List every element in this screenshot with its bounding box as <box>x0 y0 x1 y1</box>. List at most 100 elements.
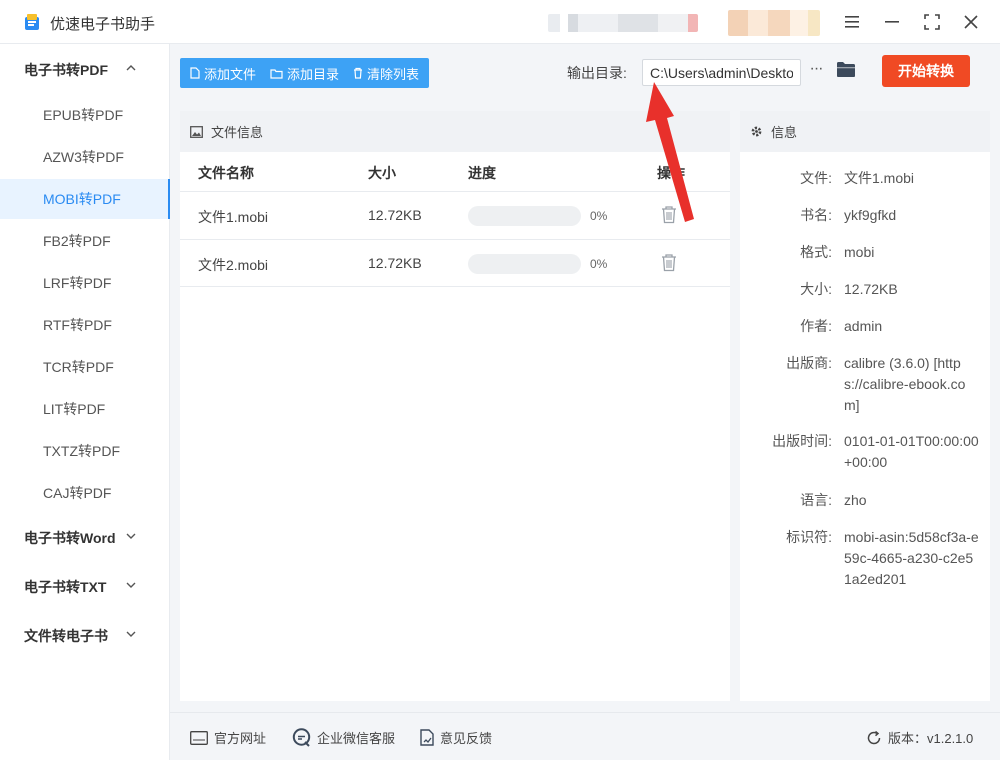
column-header-progress[interactable]: 进度 <box>468 163 496 183</box>
info-key: 作者: <box>800 318 832 334</box>
feedback-icon <box>420 729 434 746</box>
info-key: 出版时间: <box>772 433 832 449</box>
info-panel-title: 信息 <box>771 125 798 140</box>
sidebar-group-label: 电子书转TXT <box>24 579 107 595</box>
sidebar-item-epub-to-pdf[interactable]: EPUB转PDF <box>0 95 170 135</box>
app-logo-icon <box>22 12 42 32</box>
open-folder-icon[interactable] <box>836 61 856 81</box>
app-title: 优速电子书助手 <box>50 16 156 33</box>
browse-more-button[interactable]: ··· <box>807 61 825 81</box>
progress-percent: 0% <box>590 257 608 271</box>
title-bar: 优速电子书助手 <box>0 0 1000 44</box>
sidebar-group-label: 电子书转Word <box>24 530 116 546</box>
output-dir-input[interactable] <box>642 59 801 86</box>
refresh-icon <box>867 730 881 744</box>
delete-trash-icon[interactable] <box>660 253 678 272</box>
wechat-support-link[interactable]: 企业微信客服 <box>292 728 395 747</box>
sidebar-item-label: LRF转PDF <box>43 275 112 291</box>
file-action-buttons: 添加文件 添加目录 清除列表 <box>180 58 430 88</box>
sidebar-item-mobi-to-pdf[interactable]: MOBI转PDF <box>0 179 170 219</box>
sidebar-item-label: MOBI转PDF <box>43 191 121 207</box>
sidebar-item-rtf-to-pdf[interactable]: RTF转PDF <box>0 305 170 345</box>
info-key: 格式: <box>800 244 832 260</box>
table-row[interactable]: 文件2.mobi 12.72KB 0% <box>180 239 730 287</box>
sidebar-item-label: TXTZ转PDF <box>43 443 120 459</box>
sidebar-group-ebook-to-pdf[interactable]: 电子书转PDF <box>0 52 170 88</box>
info-value: mobi <box>844 244 875 260</box>
column-header-size[interactable]: 大小 <box>368 163 396 183</box>
start-convert-button[interactable]: 开始转换 <box>882 55 970 87</box>
sidebar-group-label: 文件转电子书 <box>24 628 108 644</box>
chevron-down-icon <box>126 533 136 539</box>
feedback-link[interactable]: 意见反馈 <box>420 728 492 747</box>
file-name: 文件2.mobi <box>198 257 269 273</box>
sidebar-item-label: AZW3转PDF <box>43 149 124 165</box>
add-folder-button[interactable]: 添加目录 <box>270 64 339 83</box>
sidebar: 电子书转PDF EPUB转PDF AZW3转PDF MOBI转PDF FB2转P… <box>0 44 170 760</box>
output-dir-label: 输出目录: <box>567 65 627 81</box>
sidebar-item-label: FB2转PDF <box>43 233 111 249</box>
maximize-icon[interactable] <box>918 8 946 36</box>
blurred-user-avatar[interactable] <box>728 10 820 36</box>
image-icon <box>190 125 203 138</box>
info-key: 文件: <box>800 170 832 186</box>
file-size: 12.72KB <box>368 255 422 271</box>
chevron-up-icon <box>126 65 136 71</box>
sidebar-item-label: RTF转PDF <box>43 317 112 333</box>
progress-percent: 0% <box>590 209 608 223</box>
info-key: 书名: <box>800 207 832 223</box>
sidebar-group-file-to-ebook[interactable]: 文件转电子书 <box>0 618 170 654</box>
folder-icon <box>270 68 283 79</box>
version-label: 版本：v1.2.1.0 <box>888 731 974 746</box>
chevron-down-icon <box>126 631 136 637</box>
file-info-panel: 信息 文件: 文件1.mobi 书名: ykf9gfkd 格式: mobi 大小… <box>740 111 990 701</box>
delete-trash-icon[interactable] <box>660 205 678 224</box>
menu-icon[interactable] <box>838 8 866 36</box>
sidebar-item-azw3-to-pdf[interactable]: AZW3转PDF <box>0 137 170 177</box>
minimize-icon[interactable] <box>878 8 906 36</box>
file-size: 12.72KB <box>368 207 422 223</box>
official-website-label: 官方网址 <box>214 731 267 746</box>
sidebar-group-ebook-to-txt[interactable]: 电子书转TXT <box>0 569 170 605</box>
add-file-button[interactable]: 添加文件 <box>190 64 256 83</box>
info-value: calibre (3.6.0) [https://calibre-ebook.c… <box>844 355 966 413</box>
info-value: 文件1.mobi <box>844 170 915 186</box>
sidebar-item-fb2-to-pdf[interactable]: FB2转PDF <box>0 221 170 261</box>
info-key: 出版商: <box>786 355 832 371</box>
sidebar-item-caj-to-pdf[interactable]: CAJ转PDF <box>0 473 170 513</box>
info-value: 0101-01-01T00:00:00+00:00 <box>844 433 979 470</box>
column-header-action: 操作 <box>657 165 685 181</box>
close-icon[interactable] <box>957 8 985 36</box>
version-check[interactable]: 版本：v1.2.1.0 <box>866 728 973 747</box>
column-header-filename[interactable]: 文件名称 <box>198 163 254 183</box>
footer: 官方网址 企业微信客服 意见反馈 版本：v1.2.1.0 <box>170 712 1000 760</box>
file-icon <box>190 67 200 79</box>
sidebar-item-txtz-to-pdf[interactable]: TXTZ转PDF <box>0 431 170 471</box>
sidebar-item-label: CAJ转PDF <box>43 485 112 501</box>
sidebar-item-tcr-to-pdf[interactable]: TCR转PDF <box>0 347 170 387</box>
info-key: 语言: <box>800 492 832 508</box>
progress-bar <box>468 254 581 274</box>
trash-icon <box>354 67 363 79</box>
gear-icon <box>751 126 762 137</box>
official-website-link[interactable]: 官方网址 <box>190 728 266 747</box>
sidebar-item-lit-to-pdf[interactable]: LIT转PDF <box>0 389 170 429</box>
info-key: 标识符: <box>786 529 832 545</box>
clear-list-button[interactable]: 清除列表 <box>353 64 419 83</box>
feedback-label: 意见反馈 <box>440 731 493 746</box>
info-value: mobi-asin:5d58cf3a-e59c-4665-a230-c2e51a… <box>844 529 979 587</box>
sidebar-item-lrf-to-pdf[interactable]: LRF转PDF <box>0 263 170 303</box>
sidebar-group-label: 电子书转PDF <box>24 62 108 78</box>
chat-support-icon <box>292 728 311 747</box>
add-file-label: 添加文件 <box>204 66 257 82</box>
info-key: 大小: <box>800 281 832 297</box>
table-row[interactable]: 文件1.mobi 12.72KB 0% <box>180 191 730 239</box>
info-value: 12.72KB <box>844 281 898 297</box>
wechat-support-label: 企业微信客服 <box>317 731 396 746</box>
add-folder-label: 添加目录 <box>287 66 340 82</box>
sidebar-item-label: LIT转PDF <box>43 401 106 417</box>
sidebar-group-ebook-to-word[interactable]: 电子书转Word <box>0 520 170 556</box>
clear-list-label: 清除列表 <box>367 66 420 82</box>
file-panel-title: 文件信息 <box>211 125 264 140</box>
blurred-account-info <box>548 14 698 32</box>
